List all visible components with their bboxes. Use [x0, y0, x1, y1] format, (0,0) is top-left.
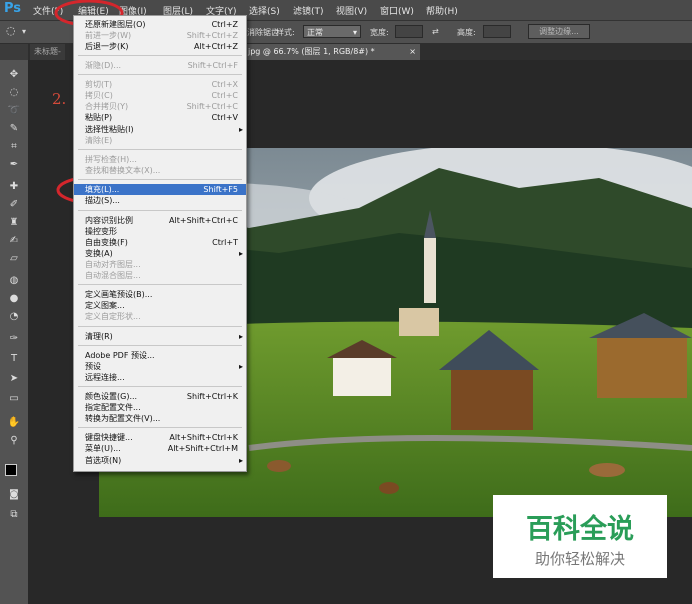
menu-item-puppet-warp[interactable]: 操控变形 [74, 226, 246, 237]
watermark-subtitle: 助你轻松解决 [534, 550, 625, 568]
menu-separator [78, 210, 242, 211]
menu-item-presets[interactable]: 预设 ▸ [74, 361, 246, 372]
swap-icon[interactable]: ⇄ [432, 27, 439, 36]
height-label: 高度: [457, 28, 476, 37]
chevron-down-icon[interactable]: ▾ [22, 27, 26, 36]
submenu-arrow-icon: ▸ [238, 456, 243, 465]
width-input[interactable] [395, 25, 423, 38]
close-icon[interactable]: × [409, 44, 416, 60]
menu-filter[interactable]: 滤镜(T) [293, 4, 324, 17]
menu-item-assign-profile[interactable]: 指定配置文件... [74, 402, 246, 413]
tab-active-document[interactable]: jpg @ 66.7% (图层 1, RGB/8#) * × [244, 44, 420, 60]
menu-file[interactable]: 文件(F) [33, 4, 63, 17]
pen-tool-icon[interactable]: ✑ [6, 332, 22, 346]
menu-item-auto-align[interactable]: 自动对齐图层... [74, 259, 246, 270]
menu-item-copy-merged[interactable]: 合并拷贝(Y) Shift+Ctrl+C [74, 101, 246, 112]
move-tool-icon[interactable]: ✥ [6, 68, 22, 82]
menu-item-content-aware-scale[interactable]: 内容识别比例 Alt+Shift+Ctrl+C [74, 215, 246, 226]
menu-item-define-shape[interactable]: 定义自定形状... [74, 311, 246, 322]
menu-item-fade[interactable]: 渐隐(D)... Shift+Ctrl+F [74, 60, 246, 71]
menu-item-find-replace[interactable]: 查找和替换文本(X)... [74, 165, 246, 176]
style-select[interactable]: 正常 ▾ [303, 25, 361, 38]
screen-mode-icon[interactable]: ⧉ [6, 508, 22, 522]
healing-tool-icon[interactable]: ✚ [6, 180, 22, 194]
height-input[interactable] [483, 25, 511, 38]
anti-alias-label: 消除锯齿 [247, 28, 279, 37]
eyedropper-tool-icon[interactable]: ✒ [6, 158, 22, 172]
menu-separator [78, 326, 242, 327]
menu-item-purge[interactable]: 清理(R) ▸ [74, 331, 246, 342]
shape-tool-icon[interactable]: ▭ [6, 392, 22, 406]
quick-mask-icon[interactable]: ◙ [6, 488, 22, 502]
menu-separator [78, 284, 242, 285]
menu-item-pdf-presets[interactable]: Adobe PDF 预设... [74, 350, 246, 361]
menu-select[interactable]: 选择(S) [249, 4, 280, 17]
menu-view[interactable]: 视图(V) [336, 4, 367, 17]
menu-item-step-backward[interactable]: 后退一步(K) Alt+Ctrl+Z [74, 41, 246, 52]
history-brush-icon[interactable]: ✍ [6, 234, 22, 248]
type-tool-icon[interactable]: T [6, 352, 22, 366]
submenu-arrow-icon: ▸ [238, 332, 243, 341]
menu-separator [78, 179, 242, 180]
menu-help[interactable]: 帮助(H) [426, 4, 458, 17]
dodge-tool-icon[interactable]: ◔ [6, 310, 22, 324]
menu-item-preferences[interactable]: 首选项(N) ▸ [74, 455, 246, 466]
submenu-arrow-icon: ▸ [238, 362, 243, 371]
menu-item-transform[interactable]: 变换(A) ▸ [74, 248, 246, 259]
menu-item-paste-special[interactable]: 选择性粘贴(I) ▸ [74, 124, 246, 135]
eraser-tool-icon[interactable]: ▱ [6, 252, 22, 266]
menu-item-fill[interactable]: 填充(L)... Shift+F5 [74, 184, 246, 195]
blur-tool-icon[interactable]: ● [6, 292, 22, 306]
menu-window[interactable]: 窗口(W) [380, 4, 414, 17]
marquee-tool-icon[interactable]: ◌ [6, 86, 22, 100]
menu-item-paste[interactable]: 粘贴(P) Ctrl+V [74, 112, 246, 123]
menu-item-keyboard-shortcuts[interactable]: 键盘快捷键... Alt+Shift+Ctrl+K [74, 432, 246, 443]
menu-item-free-transform[interactable]: 自由变换(F) Ctrl+T [74, 237, 246, 248]
menu-separator [78, 55, 242, 56]
zoom-tool-icon[interactable]: ⚲ [6, 434, 22, 448]
foreground-color-swatch[interactable] [5, 464, 17, 476]
menu-item-menus[interactable]: 菜单(U)... Alt+Shift+Ctrl+M [74, 443, 246, 454]
tab-untitled[interactable]: 未标题- [30, 44, 65, 60]
photoshop-logo: Ps [4, 1, 22, 16]
menu-item-color-settings[interactable]: 颜色设置(G)... Shift+Ctrl+K [74, 391, 246, 402]
brush-tool-icon[interactable]: ✐ [6, 198, 22, 212]
menu-item-convert-profile[interactable]: 转换为配置文件(V)... [74, 413, 246, 424]
menu-item-clear[interactable]: 清除(E) [74, 135, 246, 146]
menu-separator [78, 345, 242, 346]
menu-item-spell-check[interactable]: 拼写检查(H)... [74, 154, 246, 165]
submenu-arrow-icon: ▸ [238, 249, 243, 258]
edit-menu-dropdown: 还原新建图层(O) Ctrl+Z 前进一步(W) Shift+Ctrl+Z 后退一步… [73, 15, 247, 472]
menu-separator [78, 74, 242, 75]
watermark-logo: 百科全说 助你轻松解决 [493, 495, 667, 578]
marquee-tool-icon[interactable]: ◌ [6, 24, 16, 37]
menu-item-remote-connections[interactable]: 远程连接... [74, 372, 246, 383]
menu-item-step-forward[interactable]: 前进一步(W) Shift+Ctrl+Z [74, 30, 246, 41]
width-label: 宽度: [370, 28, 389, 37]
submenu-arrow-icon: ▸ [238, 125, 243, 134]
watermark-title: 百科全说 [526, 514, 634, 545]
step-number-annotation: 2. [52, 90, 67, 108]
menu-item-undo[interactable]: 还原新建图层(O) Ctrl+Z [74, 19, 246, 30]
refine-edge-button[interactable]: 调整边缘... [528, 24, 590, 39]
lasso-tool-icon[interactable]: ➰ [6, 104, 22, 118]
style-label: 样式: [276, 28, 295, 37]
menu-item-stroke[interactable]: 描边(S)... [74, 195, 246, 206]
tools-panel: ✥ ◌ ➰ ✎ ⌗ ✒ ✚ ✐ ♜ ✍ ▱ ◍ ● ◔ ✑ T ➤ ▭ ✋ ⚲ … [0, 60, 29, 604]
path-select-icon[interactable]: ➤ [6, 372, 22, 386]
menu-separator [78, 386, 242, 387]
menu-item-copy[interactable]: 拷贝(C) Ctrl+C [74, 90, 246, 101]
menu-item-auto-blend[interactable]: 自动混合图层... [74, 270, 246, 281]
hand-tool-icon[interactable]: ✋ [6, 416, 22, 430]
menu-item-define-brush[interactable]: 定义画笔预设(B)... [74, 289, 246, 300]
crop-tool-icon[interactable]: ⌗ [6, 140, 22, 154]
quick-select-tool-icon[interactable]: ✎ [6, 122, 22, 136]
menu-item-define-pattern[interactable]: 定义图案... [74, 300, 246, 311]
paint-bucket-icon[interactable]: ◍ [6, 274, 22, 288]
menu-item-cut[interactable]: 剪切(T) Ctrl+X [74, 79, 246, 90]
menu-separator [78, 427, 242, 428]
stamp-tool-icon[interactable]: ♜ [6, 216, 22, 230]
menu-separator [78, 149, 242, 150]
